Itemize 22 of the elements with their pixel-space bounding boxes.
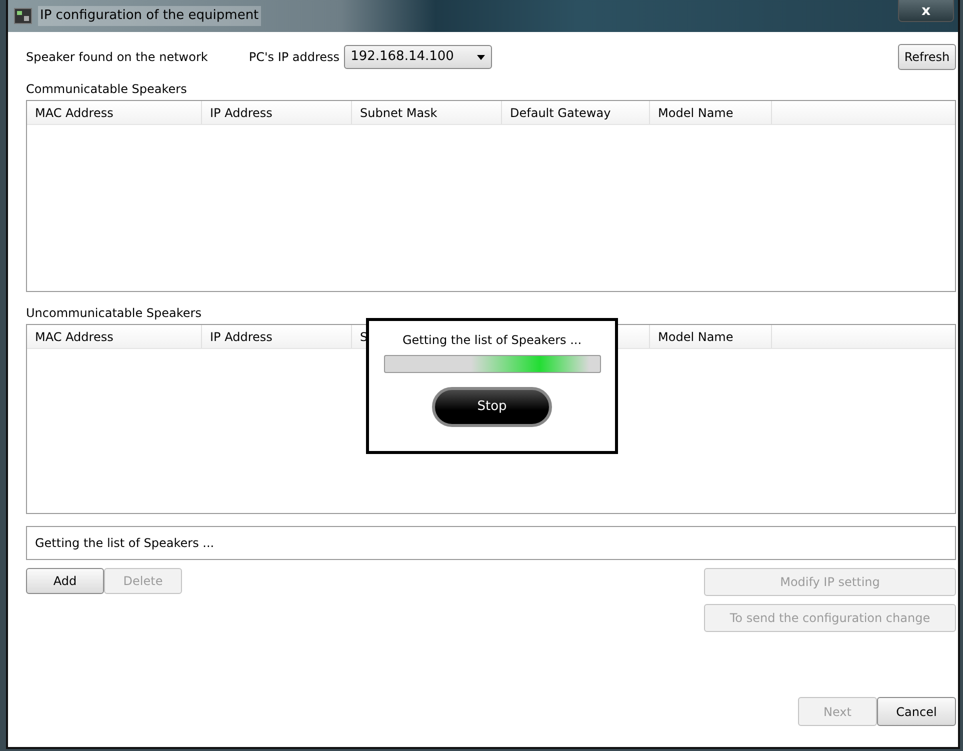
status-bar: Getting the list of Speakers ...: [26, 526, 956, 560]
column-header: Default Gateway: [502, 101, 650, 124]
caret-icon: [476, 54, 485, 60]
column-header: Model Name: [650, 101, 772, 124]
stop-button[interactable]: Stop: [432, 387, 552, 427]
ip-address-dropdown[interactable]: 192.168.14.100: [344, 45, 492, 69]
app-icon: [14, 8, 32, 24]
section-label: Uncommunicatable Speakers: [26, 305, 202, 322]
section-label: Communicatable Speakers: [26, 81, 188, 98]
field-label: PC's IP address: [248, 49, 340, 66]
column-header: Subnet Mask: [352, 101, 502, 124]
column-header: Model Name: [650, 325, 772, 348]
column-header: IP Address: [202, 325, 352, 348]
refresh-button[interactable]: Refresh: [898, 44, 956, 70]
column-header: MAC Address: [27, 325, 202, 348]
column-header: MAC Address: [27, 101, 202, 124]
section-label: Speaker found on the network: [26, 49, 208, 66]
close-button[interactable]: x: [898, 0, 954, 22]
column-header: IP Address: [202, 101, 352, 124]
button[interactable]: Cancel: [877, 697, 956, 726]
window-title: IP configuration of the equipment: [38, 6, 261, 26]
button[interactable]: Add: [26, 568, 104, 594]
